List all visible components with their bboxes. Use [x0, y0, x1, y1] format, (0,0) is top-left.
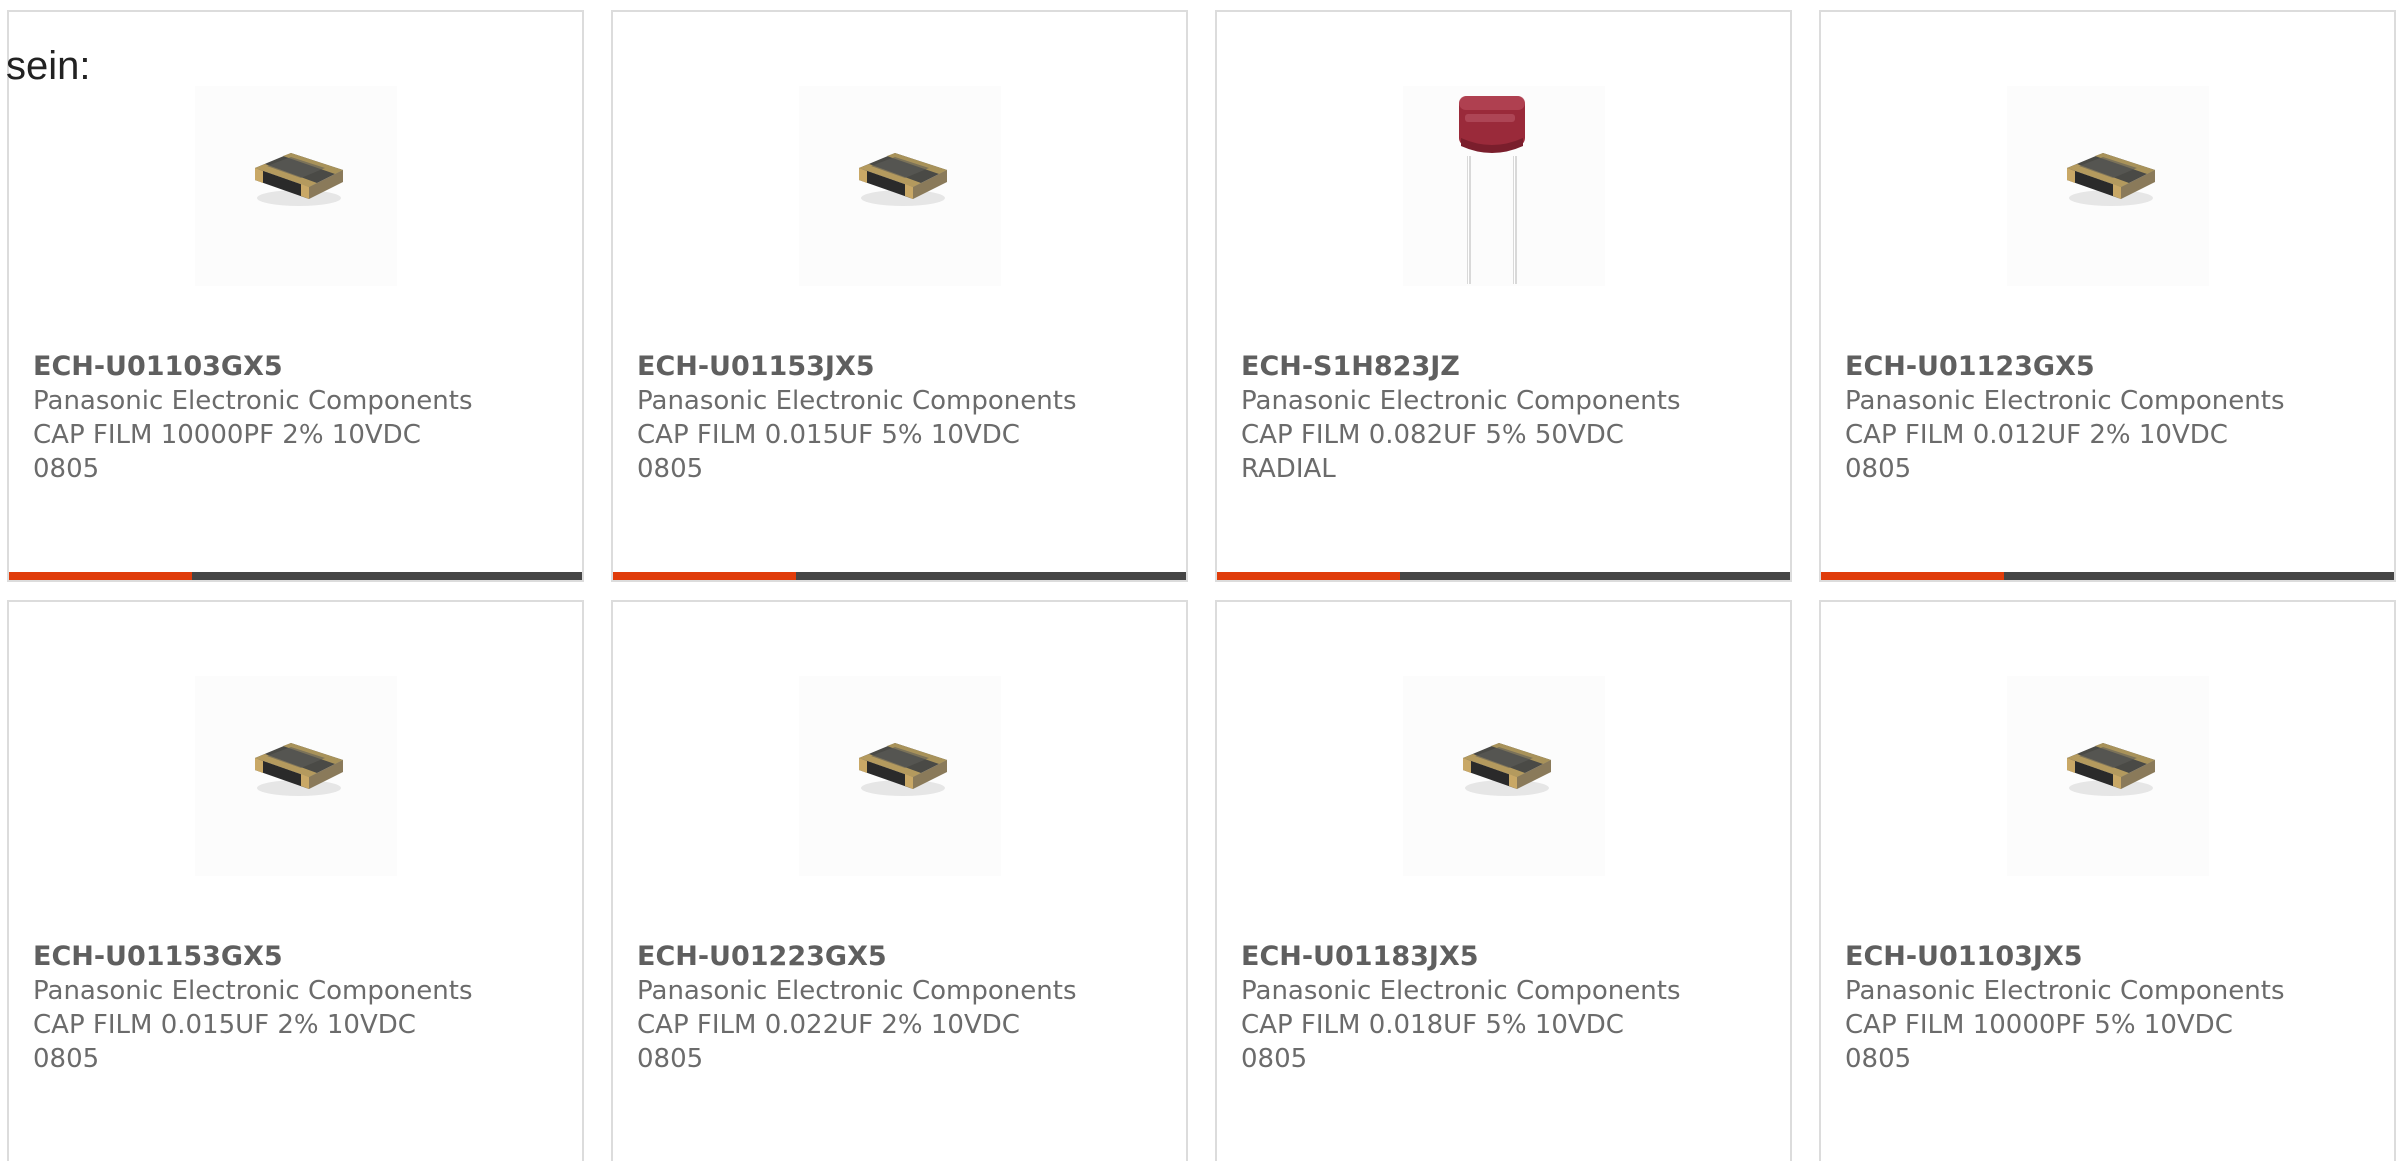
package-label: 0805	[1241, 1044, 1308, 1074]
smd-film-capacitor-icon	[2007, 676, 2209, 876]
description-label: CAP FILM 10000PF 5% 10VDC	[1845, 1010, 2233, 1040]
product-image[interactable]	[2007, 86, 2209, 286]
product-card[interactable]: ECH-U01183JX5 Panasonic Electronic Compo…	[1215, 600, 1792, 1161]
description-label: CAP FILM 10000PF 2% 10VDC	[33, 420, 421, 450]
card-accent-bar	[1821, 572, 2004, 580]
manufacturer-label: Panasonic Electronic Components	[1241, 386, 1681, 416]
product-image[interactable]	[799, 676, 1001, 876]
product-image[interactable]	[2007, 676, 2209, 876]
card-accent-bar	[1217, 572, 1400, 580]
intro-text: sein:	[6, 44, 91, 88]
manufacturer-label: Panasonic Electronic Components	[637, 976, 1077, 1006]
product-info: ECH-U01103GX5 Panasonic Electronic Compo…	[33, 350, 570, 486]
manufacturer-label: Panasonic Electronic Components	[33, 976, 473, 1006]
description-label: CAP FILM 0.018UF 5% 10VDC	[1241, 1010, 1624, 1040]
package-label: 0805	[1845, 1044, 1912, 1074]
manufacturer-label: Panasonic Electronic Components	[1241, 976, 1681, 1006]
radial-film-capacitor-icon	[1403, 86, 1605, 286]
part-number-link[interactable]: ECH-U01123GX5	[1845, 350, 2382, 384]
product-info: ECH-U01123GX5 Panasonic Electronic Compo…	[1845, 350, 2382, 486]
package-label: 0805	[33, 454, 100, 484]
product-card[interactable]: ECH-U01153GX5 Panasonic Electronic Compo…	[7, 600, 584, 1161]
product-card[interactable]: ECH-S1H823JZ Panasonic Electronic Compon…	[1215, 10, 1792, 582]
smd-film-capacitor-icon	[799, 676, 1001, 876]
smd-film-capacitor-icon	[1403, 676, 1605, 876]
part-number-link[interactable]: ECH-U01103JX5	[1845, 940, 2382, 974]
smd-film-capacitor-icon	[2007, 86, 2209, 286]
smd-film-capacitor-icon	[195, 676, 397, 876]
card-footer-bar	[613, 572, 1186, 580]
card-footer-bar	[1821, 572, 2394, 580]
package-label: RADIAL	[1241, 454, 1336, 484]
description-label: CAP FILM 0.012UF 2% 10VDC	[1845, 420, 2228, 450]
package-label: 0805	[1845, 454, 1912, 484]
product-info: ECH-U01153JX5 Panasonic Electronic Compo…	[637, 350, 1174, 486]
manufacturer-label: Panasonic Electronic Components	[637, 386, 1077, 416]
description-label: CAP FILM 0.015UF 2% 10VDC	[33, 1010, 416, 1040]
product-image[interactable]	[1403, 86, 1605, 286]
product-image[interactable]	[1403, 676, 1605, 876]
product-card[interactable]: ECH-U01103GX5 Panasonic Electronic Compo…	[7, 10, 584, 582]
part-number-link[interactable]: ECH-U01103GX5	[33, 350, 570, 384]
manufacturer-label: Panasonic Electronic Components	[33, 386, 473, 416]
product-card[interactable]: ECH-U01223GX5 Panasonic Electronic Compo…	[611, 600, 1188, 1161]
part-number-link[interactable]: ECH-S1H823JZ	[1241, 350, 1778, 384]
product-info: ECH-U01103JX5 Panasonic Electronic Compo…	[1845, 940, 2382, 1076]
part-number-link[interactable]: ECH-U01153GX5	[33, 940, 570, 974]
product-card[interactable]: ECH-U01123GX5 Panasonic Electronic Compo…	[1819, 10, 2396, 582]
card-footer-bar	[9, 572, 582, 580]
smd-film-capacitor-icon	[799, 86, 1001, 286]
description-label: CAP FILM 0.082UF 5% 50VDC	[1241, 420, 1624, 450]
manufacturer-label: Panasonic Electronic Components	[1845, 386, 2285, 416]
part-number-link[interactable]: ECH-U01223GX5	[637, 940, 1174, 974]
description-label: CAP FILM 0.015UF 5% 10VDC	[637, 420, 1020, 450]
product-info: ECH-U01183JX5 Panasonic Electronic Compo…	[1241, 940, 1778, 1076]
package-label: 0805	[33, 1044, 100, 1074]
product-info: ECH-S1H823JZ Panasonic Electronic Compon…	[1241, 350, 1778, 486]
package-label: 0805	[637, 1044, 704, 1074]
part-number-link[interactable]: ECH-U01183JX5	[1241, 940, 1778, 974]
product-image[interactable]	[195, 676, 397, 876]
description-label: CAP FILM 0.022UF 2% 10VDC	[637, 1010, 1020, 1040]
card-footer-bar	[1217, 572, 1790, 580]
smd-film-capacitor-icon	[195, 86, 397, 286]
product-card[interactable]: ECH-U01153JX5 Panasonic Electronic Compo…	[611, 10, 1188, 582]
product-info: ECH-U01223GX5 Panasonic Electronic Compo…	[637, 940, 1174, 1076]
product-info: ECH-U01153GX5 Panasonic Electronic Compo…	[33, 940, 570, 1076]
manufacturer-label: Panasonic Electronic Components	[1845, 976, 2285, 1006]
product-card[interactable]: ECH-U01103JX5 Panasonic Electronic Compo…	[1819, 600, 2396, 1161]
card-accent-bar	[9, 572, 192, 580]
card-accent-bar	[613, 572, 796, 580]
product-image[interactable]	[195, 86, 397, 286]
product-image[interactable]	[799, 86, 1001, 286]
part-number-link[interactable]: ECH-U01153JX5	[637, 350, 1174, 384]
package-label: 0805	[637, 454, 704, 484]
